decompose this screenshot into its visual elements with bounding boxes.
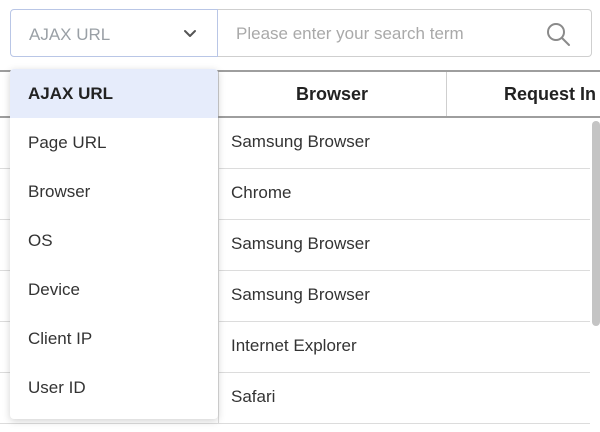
chevron-down-icon: [184, 30, 196, 37]
table-scrollbar[interactable]: [592, 121, 600, 326]
cell-browser: Safari: [231, 387, 276, 406]
cell-divider: [218, 220, 219, 270]
dropdown-option-label: Browser: [28, 182, 91, 201]
dropdown-option-device[interactable]: Device: [10, 265, 218, 314]
dropdown-option-label: User ID: [28, 378, 86, 397]
cell-divider: [218, 169, 219, 219]
cell-browser: Samsung Browser: [231, 285, 370, 304]
page-root: Browser Request In Samsung Browser Chrom…: [0, 0, 600, 432]
search-field-dropdown: AJAX URL Page URL Browser OS Device Clie…: [10, 69, 218, 419]
dropdown-option-label: Client IP: [28, 329, 93, 348]
search-field-select[interactable]: AJAX URL: [10, 9, 218, 57]
search-icon[interactable]: [545, 21, 571, 47]
cell-divider: [218, 373, 219, 423]
cell-browser: Samsung Browser: [231, 132, 370, 151]
cell-browser: Internet Explorer: [231, 336, 357, 355]
search-placeholder: Please enter your search term: [236, 24, 464, 43]
cell-browser: Chrome: [231, 183, 292, 202]
cell-browser: Samsung Browser: [231, 234, 370, 253]
column-header-browser[interactable]: Browser: [218, 72, 446, 116]
header-divider: [446, 72, 447, 116]
search-input[interactable]: Please enter your search term: [218, 9, 592, 57]
dropdown-option-label: AJAX URL: [28, 84, 114, 103]
dropdown-option-label: OS: [28, 231, 53, 250]
dropdown-option-os[interactable]: OS: [10, 216, 218, 265]
select-current-value: AJAX URL: [29, 25, 111, 44]
dropdown-option-ajax-url[interactable]: AJAX URL: [10, 69, 218, 118]
dropdown-option-browser[interactable]: Browser: [10, 167, 218, 216]
dropdown-option-page-url[interactable]: Page URL: [10, 118, 218, 167]
column-header-request[interactable]: Request In: [504, 72, 596, 116]
cell-divider: [218, 322, 219, 372]
cell-divider: [218, 118, 219, 168]
cell-divider: [218, 271, 219, 321]
dropdown-option-label: Page URL: [28, 133, 107, 152]
dropdown-option-client-ip[interactable]: Client IP: [10, 314, 218, 363]
dropdown-option-user-id[interactable]: User ID: [10, 363, 218, 412]
dropdown-option-label: Device: [28, 280, 80, 299]
